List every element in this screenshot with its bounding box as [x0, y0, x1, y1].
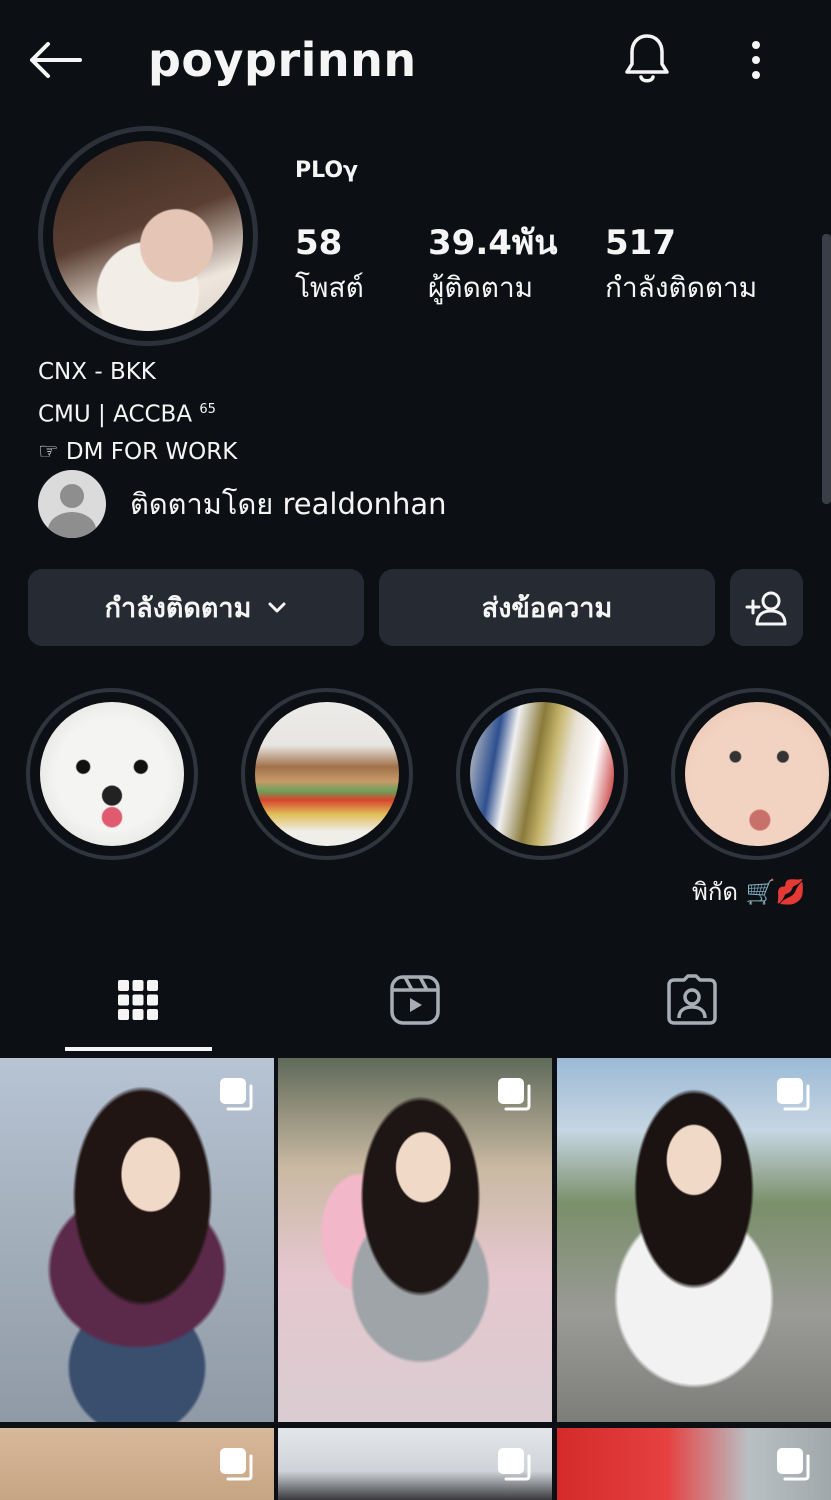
tab-tagged[interactable] [617, 960, 767, 1040]
top-bar: poyprinnn [0, 0, 831, 120]
bio-school-text: CMU | ACCBA [38, 401, 193, 428]
carousel-icon [498, 1448, 531, 1481]
stat-posts[interactable]: 58 โพสต์ [295, 222, 364, 308]
tab-posts-grid[interactable] [63, 960, 213, 1040]
followed-by[interactable]: ติดตามโดย realdonhan [38, 470, 447, 538]
highlight-2[interactable] [241, 688, 413, 860]
profile-username: poyprinnn [148, 33, 417, 87]
highlight-cover [40, 702, 184, 846]
carousel-icon [498, 1078, 531, 1111]
bio-line-contact: ☞ DM FOR WORK [38, 438, 238, 465]
highlight-cover [685, 702, 829, 846]
grid-icon [118, 980, 158, 1020]
following-label: กำลังติดตาม [605, 271, 758, 304]
notifications-button[interactable] [618, 30, 676, 88]
following-button[interactable]: กำลังติดตาม [28, 569, 364, 646]
message-button[interactable]: ส่งข้อความ [379, 569, 715, 646]
highlight-4-label: พิกัด 🛒💋 [692, 878, 806, 906]
highlight-cover [255, 702, 399, 846]
carousel-icon [220, 1078, 253, 1111]
posts-label: โพสต์ [295, 271, 364, 304]
default-avatar-icon [38, 470, 106, 538]
bio-line-location: CNX - BKK [38, 359, 156, 385]
active-tab-indicator [65, 1047, 212, 1051]
carousel-icon [777, 1078, 810, 1111]
followers-count: 39.4พัน [428, 223, 558, 263]
message-button-label: ส่งข้อความ [481, 593, 613, 624]
more-vertical-icon [752, 41, 760, 79]
back-button[interactable] [26, 36, 84, 84]
profile-photo [53, 141, 243, 331]
reels-icon [390, 975, 440, 1025]
followers-label: ผู้ติดตาม [428, 271, 534, 304]
tab-reels[interactable] [340, 960, 490, 1040]
add-user-icon [745, 591, 786, 625]
scrollbar[interactable] [822, 234, 831, 504]
stat-followers[interactable]: 39.4พัน ผู้ติดตาม [428, 222, 558, 308]
display-name: PLOγ [295, 158, 359, 183]
more-options-button[interactable] [736, 36, 776, 84]
highlight-cover [470, 702, 614, 846]
profile-avatar[interactable] [38, 126, 258, 346]
post-thumbnail-3[interactable] [557, 1058, 831, 1422]
suggested-users-button[interactable] [730, 569, 803, 646]
posts-count: 58 [295, 223, 343, 263]
arrow-left-icon [30, 42, 82, 78]
post-thumbnail-4[interactable] [0, 1428, 274, 1500]
stat-following[interactable]: 517 กำลังติดตาม [605, 222, 757, 308]
followed-by-text: ติดตามโดย realdonhan [130, 487, 447, 521]
profile-bio: CNX - BKK CMU | ACCBA 65 ☞ DM FOR WORK [38, 354, 237, 471]
post-thumbnail-5[interactable] [278, 1428, 552, 1500]
bio-line-school: CMU | ACCBA 65 [38, 391, 237, 434]
carousel-icon [777, 1448, 810, 1481]
tagged-icon [667, 974, 717, 1025]
following-button-label: กำลังติดตาม [104, 593, 252, 624]
carousel-icon [220, 1448, 253, 1481]
post-thumbnail-6[interactable] [557, 1428, 831, 1500]
bio-school-sup: 65 [199, 402, 216, 417]
chevron-down-icon [267, 601, 287, 615]
post-thumbnail-1[interactable] [0, 1058, 274, 1422]
post-thumbnail-2[interactable] [278, 1058, 552, 1422]
following-count: 517 [605, 223, 676, 263]
highlight-3[interactable] [456, 688, 628, 860]
bell-icon [625, 34, 669, 83]
highlight-4[interactable] [671, 688, 831, 860]
highlight-1[interactable] [26, 688, 198, 860]
